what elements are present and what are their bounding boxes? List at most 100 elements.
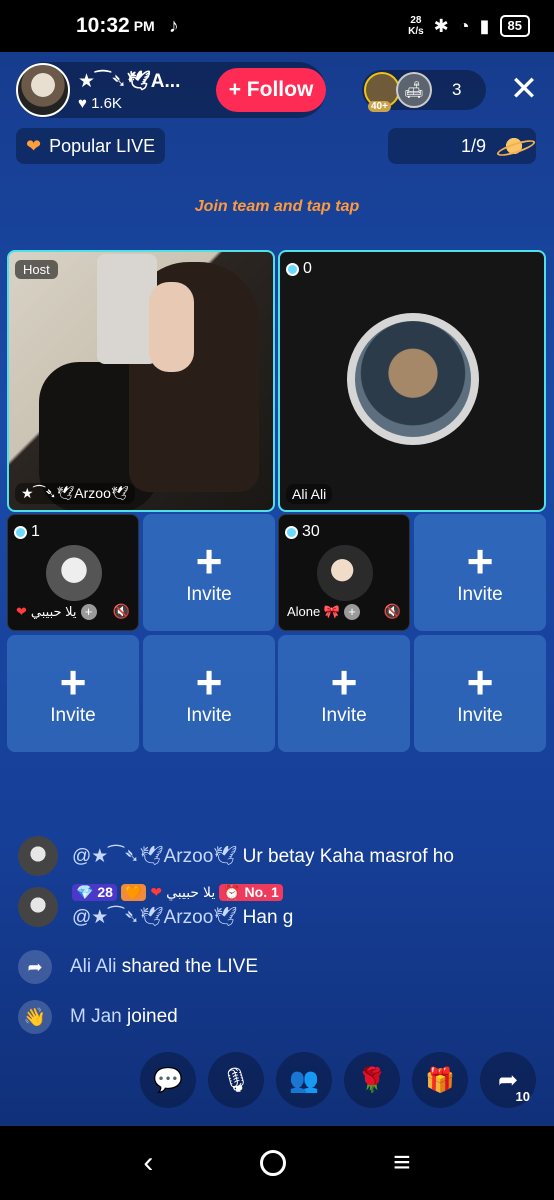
host-avatar[interactable] xyxy=(16,63,70,117)
invite-label: Invite xyxy=(186,704,232,726)
popular-live-tag[interactable]: ❤ Popular LIVE xyxy=(16,128,166,164)
viewer-count: 3 xyxy=(452,80,462,99)
plus-icon: + xyxy=(466,534,494,587)
comment-icon: 💬 xyxy=(153,1066,183,1094)
guests-button[interactable]: 👥 xyxy=(276,1052,332,1108)
rank-badge-value: No. 1 xyxy=(244,884,279,900)
chat-text: Ur betay Kaha masrof ho xyxy=(242,846,454,867)
menu-icon[interactable]: ≡ xyxy=(393,1146,411,1180)
close-icon[interactable]: ✕ xyxy=(506,72,542,108)
invite-seat-6[interactable]: + Invite xyxy=(143,635,275,752)
invite-seat-4[interactable]: + Invite xyxy=(414,514,546,631)
mic-muted-icon: 🔇 xyxy=(112,603,130,619)
add-icon[interactable]: + xyxy=(344,604,361,620)
join-notice: 👋 M Jan joined xyxy=(18,1000,178,1034)
invite-seat-5[interactable]: + Invite xyxy=(7,635,139,752)
share-button[interactable]: ➦ 10 xyxy=(480,1052,536,1108)
gem-icon xyxy=(14,525,27,539)
mic-button[interactable]: 🎙 xyxy=(208,1052,264,1108)
follow-button[interactable]: + Follow xyxy=(216,68,326,112)
host-video[interactable]: Host ★⁀➴🕊Arzoo🕊 xyxy=(7,250,275,512)
seat-1-name: ❤ يلا حبيبي + xyxy=(16,604,97,620)
plus-icon: + xyxy=(466,655,494,708)
seat-3-name: Alone 🎀 + xyxy=(287,604,361,620)
invite-label: Invite xyxy=(50,704,96,726)
badge-name: يلا حبيبي xyxy=(166,884,216,900)
clock: 10:32 xyxy=(76,14,130,37)
guest-name: Ali Ali xyxy=(286,484,333,504)
invite-seat-8[interactable]: + Invite xyxy=(414,635,546,752)
system-nav-bar: ‹ ≡ xyxy=(0,1126,554,1200)
action-bar: 💬 🎙 👥 🌹 🎁 ➦ 10 xyxy=(140,1052,536,1108)
tiktok-icon: ♪ xyxy=(168,14,179,37)
seat-3-score-value: 30 xyxy=(302,523,320,540)
viewer-level-badge: 40+ xyxy=(368,101,391,112)
invite-label: Invite xyxy=(457,704,503,726)
invite-label: Invite xyxy=(321,704,367,726)
live-room: 10:32 PM ♪ 28 K/s ✱ ◔ ▮ 85 ★⁀➴🕊A... ♥ 1.… xyxy=(0,0,554,1200)
gem-icon xyxy=(285,525,298,539)
host-header[interactable]: ★⁀➴🕊A... ♥ 1.6K + Follow xyxy=(16,62,326,118)
signal-icon: ▮ xyxy=(479,15,490,36)
status-bar: 10:32 PM ♪ 28 K/s ✱ ◔ ▮ 85 xyxy=(0,0,554,52)
rank-badge: ⏰ No. 1 xyxy=(219,884,283,901)
join-text: joined xyxy=(127,1006,178,1027)
popular-label: Popular LIVE xyxy=(49,135,156,156)
chat-avatar[interactable] xyxy=(18,836,58,876)
chat-avatar[interactable] xyxy=(18,886,58,927)
join-user: M Jan xyxy=(70,1006,122,1027)
rank-pill[interactable]: 1/9 xyxy=(388,128,536,164)
rank-value: 1/9 xyxy=(460,135,486,156)
share-icon: ➦ xyxy=(18,950,52,984)
gift-icon: 🎁 xyxy=(425,1066,455,1094)
plus-icon: + xyxy=(195,534,223,587)
plus-icon: + xyxy=(330,655,358,708)
gem-icon xyxy=(286,262,299,276)
fan-badge-icon: 🧡 xyxy=(120,884,147,901)
battery-indicator: 85 xyxy=(499,15,530,37)
guest-avatar[interactable] xyxy=(347,313,479,445)
rose-icon: 🌹 xyxy=(357,1066,387,1094)
invite-label: Invite xyxy=(457,583,503,605)
host-slot-name: ★⁀➴🕊Arzoo🕊 xyxy=(15,483,135,504)
share-text: shared the LIVE xyxy=(121,956,259,977)
seat-1-score: 1 xyxy=(14,523,40,541)
chat-text: Han g xyxy=(242,907,294,928)
wifi-icon: ◔ xyxy=(458,15,470,36)
guest-score-value: 0 xyxy=(303,260,312,277)
clock-ampm: PM xyxy=(133,18,155,34)
back-icon[interactable]: ‹ xyxy=(143,1146,153,1180)
join-team-banner[interactable]: Join team and tap tap xyxy=(0,198,554,216)
comment-button[interactable]: 💬 xyxy=(140,1052,196,1108)
seat-3[interactable]: 30 Alone 🎀 + 🔇 xyxy=(278,514,410,631)
heart-icon: ❤ xyxy=(16,604,27,619)
top-viewer-avatar[interactable]: 40+ xyxy=(364,72,400,112)
add-icon[interactable]: + xyxy=(80,604,97,620)
heart-icon: ❤ xyxy=(150,884,163,900)
seat-1-avatar[interactable] xyxy=(46,545,102,601)
invite-seat-2[interactable]: + Invite xyxy=(143,514,275,631)
guest-slot[interactable]: 0 Ali Ali xyxy=(278,250,546,512)
wave-hand-icon: 👋 xyxy=(18,1000,52,1034)
seat-3-avatar[interactable] xyxy=(317,545,373,601)
seat-1-name-text: يلا حبيبي xyxy=(30,604,77,619)
net-speed: 28 K/s xyxy=(408,15,424,37)
chat-mention: @★⁀➴🕊Arzoo🕊 xyxy=(72,907,238,928)
share-notice: ➦ Ali Ali shared the LIVE xyxy=(18,950,258,984)
heart-icon: ❤ xyxy=(26,135,42,156)
chat-message[interactable]: 💎 28 🧡 ❤ يلا حبيبي ⏰ No. 1 @★⁀➴🕊Arzoo🕊 H… xyxy=(18,884,293,929)
guest-score: 0 xyxy=(286,260,312,278)
invite-label: Invite xyxy=(186,583,232,605)
seat-icon[interactable]: 🛋 xyxy=(396,72,432,108)
home-icon[interactable] xyxy=(260,1150,287,1176)
invite-seat-7[interactable]: + Invite xyxy=(278,635,410,752)
rose-gift-button[interactable]: 🌹 xyxy=(344,1052,400,1108)
gift-button[interactable]: 🎁 xyxy=(412,1052,468,1108)
viewer-list[interactable]: 40+ 🛋 3 xyxy=(362,70,486,112)
seat-3-name-text: Alone 🎀 xyxy=(287,604,341,619)
mic-muted-icon: 🔇 xyxy=(383,603,401,619)
chat-message[interactable]: @★⁀➴🕊Arzoo🕊 Ur betay Kaha masrof ho xyxy=(18,836,454,876)
seat-1[interactable]: 1 ❤ يلا حبيبي + 🔇 xyxy=(7,514,139,631)
seat-3-score: 30 xyxy=(285,523,320,541)
host-name: ★⁀➴🕊A... xyxy=(78,70,181,92)
